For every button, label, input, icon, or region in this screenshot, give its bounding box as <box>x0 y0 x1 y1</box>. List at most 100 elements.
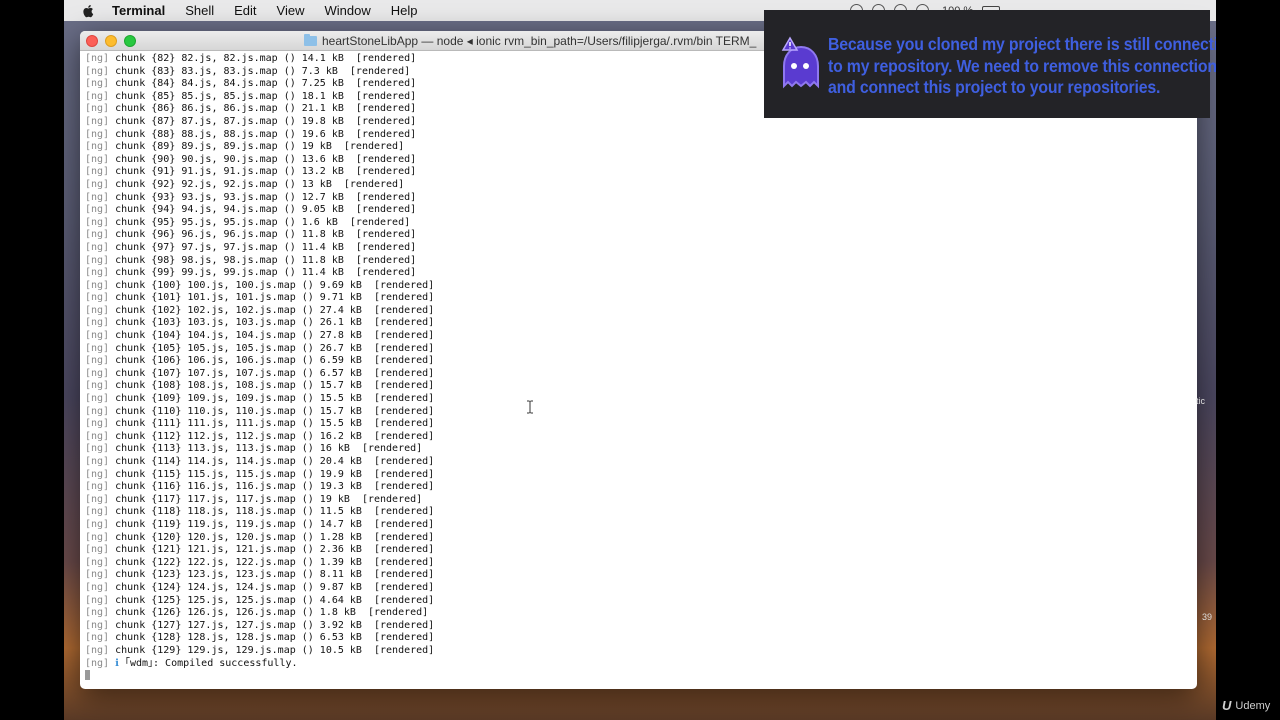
line-prefix: [ng] <box>85 78 110 90</box>
terminal-line: [ng] chunk {127} 127.js, 127.js.map () 3… <box>85 620 1197 633</box>
terminal-line: [ng] chunk {116} 116.js, 116.js.map () 1… <box>85 481 1197 494</box>
terminal-line: [ng] chunk {111} 111.js, 111.js.map () 1… <box>85 418 1197 431</box>
line-text: chunk {93} 93.js, 93.js.map () 12.7 kB [… <box>109 191 417 203</box>
line-text: chunk {102} 102.js, 102.js.map () 27.4 k… <box>109 304 435 316</box>
line-prefix: [ng] <box>85 90 110 102</box>
terminal-line: [ng] chunk {112} 112.js, 112.js.map () 1… <box>85 431 1197 444</box>
terminal-line: [ng] chunk {91} 91.js, 91.js.map () 13.2… <box>85 166 1197 179</box>
menu-app-terminal[interactable]: Terminal <box>112 3 165 18</box>
line-prefix: [ng] <box>85 493 110 505</box>
menu-view[interactable]: View <box>277 3 305 18</box>
line-prefix: [ng] <box>85 330 110 342</box>
terminal-line: [ng] chunk {118} 118.js, 118.js.map () 1… <box>85 506 1197 519</box>
line-text: chunk {116} 116.js, 116.js.map () 19.3 k… <box>109 481 435 493</box>
terminal-line: [ng] chunk {102} 102.js, 102.js.map () 2… <box>85 305 1197 318</box>
line-prefix: [ng] <box>85 204 110 216</box>
line-prefix: [ng] <box>85 342 110 354</box>
minimize-button[interactable] <box>105 35 117 47</box>
terminal-line: [ng] chunk {95} 95.js, 95.js.map () 1.6 … <box>85 217 1197 230</box>
terminal-output[interactable]: [ng] chunk {82} 82.js, 82.js.map () 14.1… <box>80 51 1197 689</box>
line-prefix: [ng] <box>85 141 110 153</box>
terminal-line: [ng] chunk {126} 126.js, 126.js.map () 1… <box>85 607 1197 620</box>
terminal-line: [ng] chunk {123} 123.js, 123.js.map () 8… <box>85 569 1197 582</box>
line-text: chunk {119} 119.js, 119.js.map () 14.7 k… <box>109 518 435 530</box>
terminal-line: [ng] chunk {108} 108.js, 108.js.map () 1… <box>85 380 1197 393</box>
line-prefix: [ng] <box>85 178 110 190</box>
terminal-line: [ng] chunk {106} 106.js, 106.js.map () 6… <box>85 355 1197 368</box>
terminal-line: [ng] chunk {96} 96.js, 96.js.map () 11.8… <box>85 229 1197 242</box>
line-text: chunk {101} 101.js, 101.js.map () 9.71 k… <box>109 292 435 304</box>
terminal-line: [ng] chunk {124} 124.js, 124.js.map () 9… <box>85 582 1197 595</box>
line-prefix: [ng] <box>85 632 110 644</box>
line-text: chunk {96} 96.js, 96.js.map () 11.8 kB [… <box>109 229 417 241</box>
terminal-line: [ng] chunk {129} 129.js, 129.js.map () 1… <box>85 645 1197 658</box>
line-text: chunk {117} 117.js, 117.js.map () 19 kB … <box>109 493 423 505</box>
terminal-line: [ng] chunk {90} 90.js, 90.js.map () 13.6… <box>85 154 1197 167</box>
maximize-button[interactable] <box>124 35 136 47</box>
line-text: chunk {123} 123.js, 123.js.map () 8.11 k… <box>109 569 435 581</box>
line-text: chunk {86} 86.js, 86.js.map () 21.1 kB [… <box>109 103 417 115</box>
line-text: chunk {97} 97.js, 97.js.map () 11.4 kB [… <box>109 241 417 253</box>
line-text: chunk {125} 125.js, 125.js.map () 4.64 k… <box>109 594 435 606</box>
line-text: chunk {112} 112.js, 112.js.map () 16.2 k… <box>109 430 435 442</box>
line-prefix: [ng] <box>85 267 110 279</box>
line-prefix: [ng] <box>85 367 110 379</box>
window-title: heartStoneLibApp — node ◂ ionic rvm_bin_… <box>304 31 756 51</box>
terminal-line: [ng] chunk {89} 89.js, 89.js.map () 19 k… <box>85 141 1197 154</box>
terminal-line: [ng] chunk {122} 122.js, 122.js.map () 1… <box>85 557 1197 570</box>
line-prefix: [ng] <box>85 506 110 518</box>
terminal-line: [ng] chunk {99} 99.js, 99.js.map () 11.4… <box>85 267 1197 280</box>
line-prefix: [ng] <box>85 292 110 304</box>
desktop: Terminal Shell Edit View Window Help 100… <box>64 0 1216 720</box>
terminal-line: [ng] chunk {119} 119.js, 119.js.map () 1… <box>85 519 1197 532</box>
folder-icon <box>304 34 317 46</box>
line-text: chunk {115} 115.js, 115.js.map () 19.9 k… <box>109 468 435 480</box>
line-text: chunk {126} 126.js, 126.js.map () 1.8 kB… <box>109 607 429 619</box>
letterbox-left <box>0 0 64 720</box>
terminal-line: [ng] chunk {94} 94.js, 94.js.map () 9.05… <box>85 204 1197 217</box>
line-text: chunk {94} 94.js, 94.js.map () 9.05 kB [… <box>109 204 417 216</box>
line-text: chunk {99} 99.js, 99.js.map () 11.4 kB [… <box>109 267 417 279</box>
line-text: chunk {87} 87.js, 87.js.map () 19.8 kB [… <box>109 115 417 127</box>
line-prefix: [ng] <box>85 304 110 316</box>
line-prefix: [ng] <box>85 405 110 417</box>
line-prefix: [ng] <box>85 254 110 266</box>
ghost-warning-icon <box>781 36 819 89</box>
line-text: chunk {100} 100.js, 100.js.map () 9.69 k… <box>109 279 435 291</box>
terminal-line: [ng] chunk {125} 125.js, 125.js.map () 4… <box>85 595 1197 608</box>
terminal-line: [ng] chunk {115} 115.js, 115.js.map () 1… <box>85 469 1197 482</box>
line-text: chunk {84} 84.js, 84.js.map () 7.25 kB [… <box>109 78 417 90</box>
terminal-line: [ng] chunk {120} 120.js, 120.js.map () 1… <box>85 532 1197 545</box>
terminal-line: [ng] chunk {101} 101.js, 101.js.map () 9… <box>85 292 1197 305</box>
terminal-line: [ng] chunk {104} 104.js, 104.js.map () 2… <box>85 330 1197 343</box>
line-prefix: [ng] <box>85 128 110 140</box>
line-prefix: [ng] <box>85 229 110 241</box>
notice-line: and connect this project to your reposit… <box>828 77 1161 97</box>
line-prefix: [ng] <box>85 657 110 669</box>
line-text: chunk {127} 127.js, 127.js.map () 3.92 k… <box>109 619 435 631</box>
line-prefix: [ng] <box>85 241 110 253</box>
menu-help[interactable]: Help <box>391 3 418 18</box>
terminal-line: [ng] chunk {110} 110.js, 110.js.map () 1… <box>85 406 1197 419</box>
terminal-prompt-line[interactable] <box>85 670 1197 683</box>
apple-icon[interactable] <box>82 4 96 18</box>
line-prefix: [ng] <box>85 393 110 405</box>
menu-window[interactable]: Window <box>325 3 371 18</box>
terminal-line: [ng] chunk {97} 97.js, 97.js.map () 11.4… <box>85 242 1197 255</box>
line-text: chunk {88} 88.js, 88.js.map () 19.6 kB [… <box>109 128 417 140</box>
line-prefix: [ng] <box>85 569 110 581</box>
line-text: chunk {106} 106.js, 106.js.map () 6.59 k… <box>109 355 435 367</box>
line-text: chunk {110} 110.js, 110.js.map () 15.7 k… <box>109 405 435 417</box>
line-text: chunk {107} 107.js, 107.js.map () 6.57 k… <box>109 367 435 379</box>
line-text: chunk {108} 108.js, 108.js.map () 15.7 k… <box>109 380 435 392</box>
line-prefix: [ng] <box>85 279 110 291</box>
close-button[interactable] <box>86 35 98 47</box>
terminal-window[interactable]: heartStoneLibApp — node ◂ ionic rvm_bin_… <box>80 31 1197 689</box>
line-prefix: [ng] <box>85 115 110 127</box>
line-text: chunk {92} 92.js, 92.js.map () 13 kB [re… <box>109 178 405 190</box>
line-text: chunk {109} 109.js, 109.js.map () 15.5 k… <box>109 393 435 405</box>
menu-edit[interactable]: Edit <box>234 3 256 18</box>
menu-shell[interactable]: Shell <box>185 3 214 18</box>
line-prefix: [ng] <box>85 191 110 203</box>
line-text: chunk {85} 85.js, 85.js.map () 18.1 kB [… <box>109 90 417 102</box>
